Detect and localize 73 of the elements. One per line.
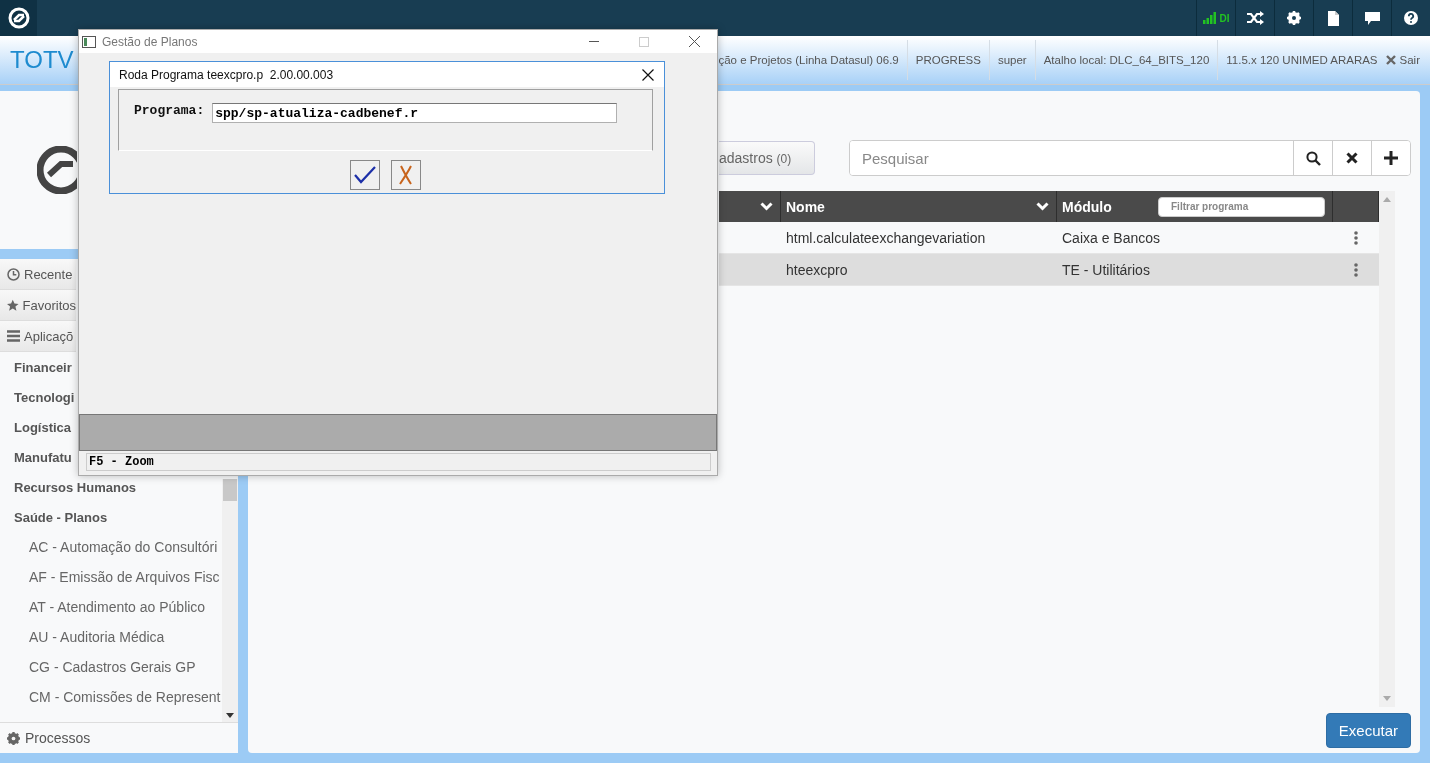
menu-item[interactable]: Tecnologi	[14, 382, 75, 412]
connection-label: DI	[1219, 12, 1230, 24]
table-cell: html.calculateexchangevariation	[786, 229, 986, 246]
close-icon[interactable]	[689, 36, 700, 47]
more-options-icon[interactable]	[1354, 230, 1358, 245]
scrollbar-thumb[interactable]	[223, 479, 237, 501]
plus-icon	[1384, 151, 1398, 165]
close-icon[interactable]	[642, 68, 654, 81]
run-button[interactable]: Executar	[1325, 713, 1411, 748]
menu-subitem[interactable]: CM - Comissões de Represent	[0, 682, 222, 712]
logout-button[interactable]: Sair	[1385, 40, 1430, 80]
settings-icon	[1287, 11, 1301, 25]
down-arrow-icon	[226, 713, 234, 718]
scrollbar[interactable]	[222, 479, 238, 722]
menu-subitem[interactable]: AC - Automação do Consultóri	[0, 532, 222, 562]
checkmark-icon	[354, 166, 376, 184]
status-item: 11.5.x 120 UNIMED ARARAS	[1217, 40, 1386, 80]
more-options-icon[interactable]	[1354, 262, 1358, 277]
menu-subitem[interactable]: AT - Atendimento ao Público	[0, 592, 222, 622]
field-label: Programa:	[134, 103, 205, 118]
chevron-down-icon	[760, 202, 773, 211]
chat-icon	[1364, 11, 1380, 25]
menu-subitem[interactable]: AU - Auditoria Médica	[0, 622, 222, 652]
window-icon	[82, 35, 96, 48]
down-arrow-icon	[1383, 696, 1391, 701]
cross-icon	[399, 165, 413, 185]
window-title: Gestão de Planos	[102, 34, 198, 49]
scrollbar[interactable]	[1379, 191, 1395, 707]
add-button[interactable]	[1371, 141, 1410, 175]
column-title: Nome	[786, 198, 825, 215]
sidebar-section[interactable]: Aplicaçõ	[0, 321, 76, 352]
menu-item[interactable]: Recursos Humanos	[14, 472, 137, 502]
clock-icon	[7, 267, 20, 281]
up-arrow-icon	[1383, 197, 1391, 202]
menu-item[interactable]: Saúde - Planos	[14, 502, 108, 532]
star-icon	[7, 298, 19, 312]
document-icon	[1327, 10, 1339, 26]
brand-name: TOTV	[9, 45, 74, 75]
cancel-button[interactable]	[391, 160, 421, 190]
logo-icon	[37, 146, 77, 194]
search-icon	[1305, 150, 1321, 166]
menu-subitem[interactable]: AF - Emissão de Arquivos Fisc	[0, 562, 222, 592]
table-cell: Caixa e Bancos	[1062, 229, 1161, 246]
menu-icon	[7, 330, 20, 342]
program-field[interactable]: spp/sp-atualiza-cadbenef.r	[212, 103, 618, 123]
menu-item[interactable]: Financeir	[14, 352, 72, 382]
menu-subitem[interactable]: CG - Cadastros Gerais GP	[0, 652, 222, 682]
chevron-down-icon	[1036, 202, 1049, 211]
settings-icon	[7, 731, 20, 745]
status-item: super	[988, 40, 1035, 80]
table-cell: TE - Utilitários	[1062, 261, 1150, 278]
close-icon	[1346, 152, 1358, 164]
column-header[interactable]: Módulo Filtrar programa	[1057, 191, 1333, 222]
filter-field[interactable]: Filtrar programa	[1158, 196, 1325, 217]
table-row[interactable]: hteexcpro TE - Utilitários	[719, 254, 1379, 286]
help-icon	[1404, 11, 1418, 25]
sidebar-section[interactable]: Recente	[0, 259, 76, 290]
signal-icon	[1202, 12, 1217, 24]
logo-icon	[7, 7, 30, 29]
home-button[interactable]	[0, 0, 37, 36]
status-item: PROGRESS	[906, 40, 989, 80]
registrations-tab[interactable]: adastros (0)	[719, 141, 815, 175]
confirm-button[interactable]	[350, 160, 380, 190]
close-icon	[1385, 55, 1396, 65]
sidebar-section[interactable]: Favoritos	[0, 290, 76, 321]
table-cell: hteexcpro	[786, 261, 848, 278]
search-bar[interactable]: Pesquisar	[849, 140, 1411, 176]
shuffle-icon	[1246, 11, 1264, 25]
column-title: Módulo	[1062, 198, 1112, 215]
menu-item[interactable]: Manufatu	[14, 442, 72, 472]
dialog-title: Roda Programa teexcpro.p 2.00.00.003	[119, 67, 334, 82]
status-item: Atalho local: DLC_64_BITS_120	[1034, 40, 1218, 80]
menu-item[interactable]: Logística	[14, 412, 72, 442]
